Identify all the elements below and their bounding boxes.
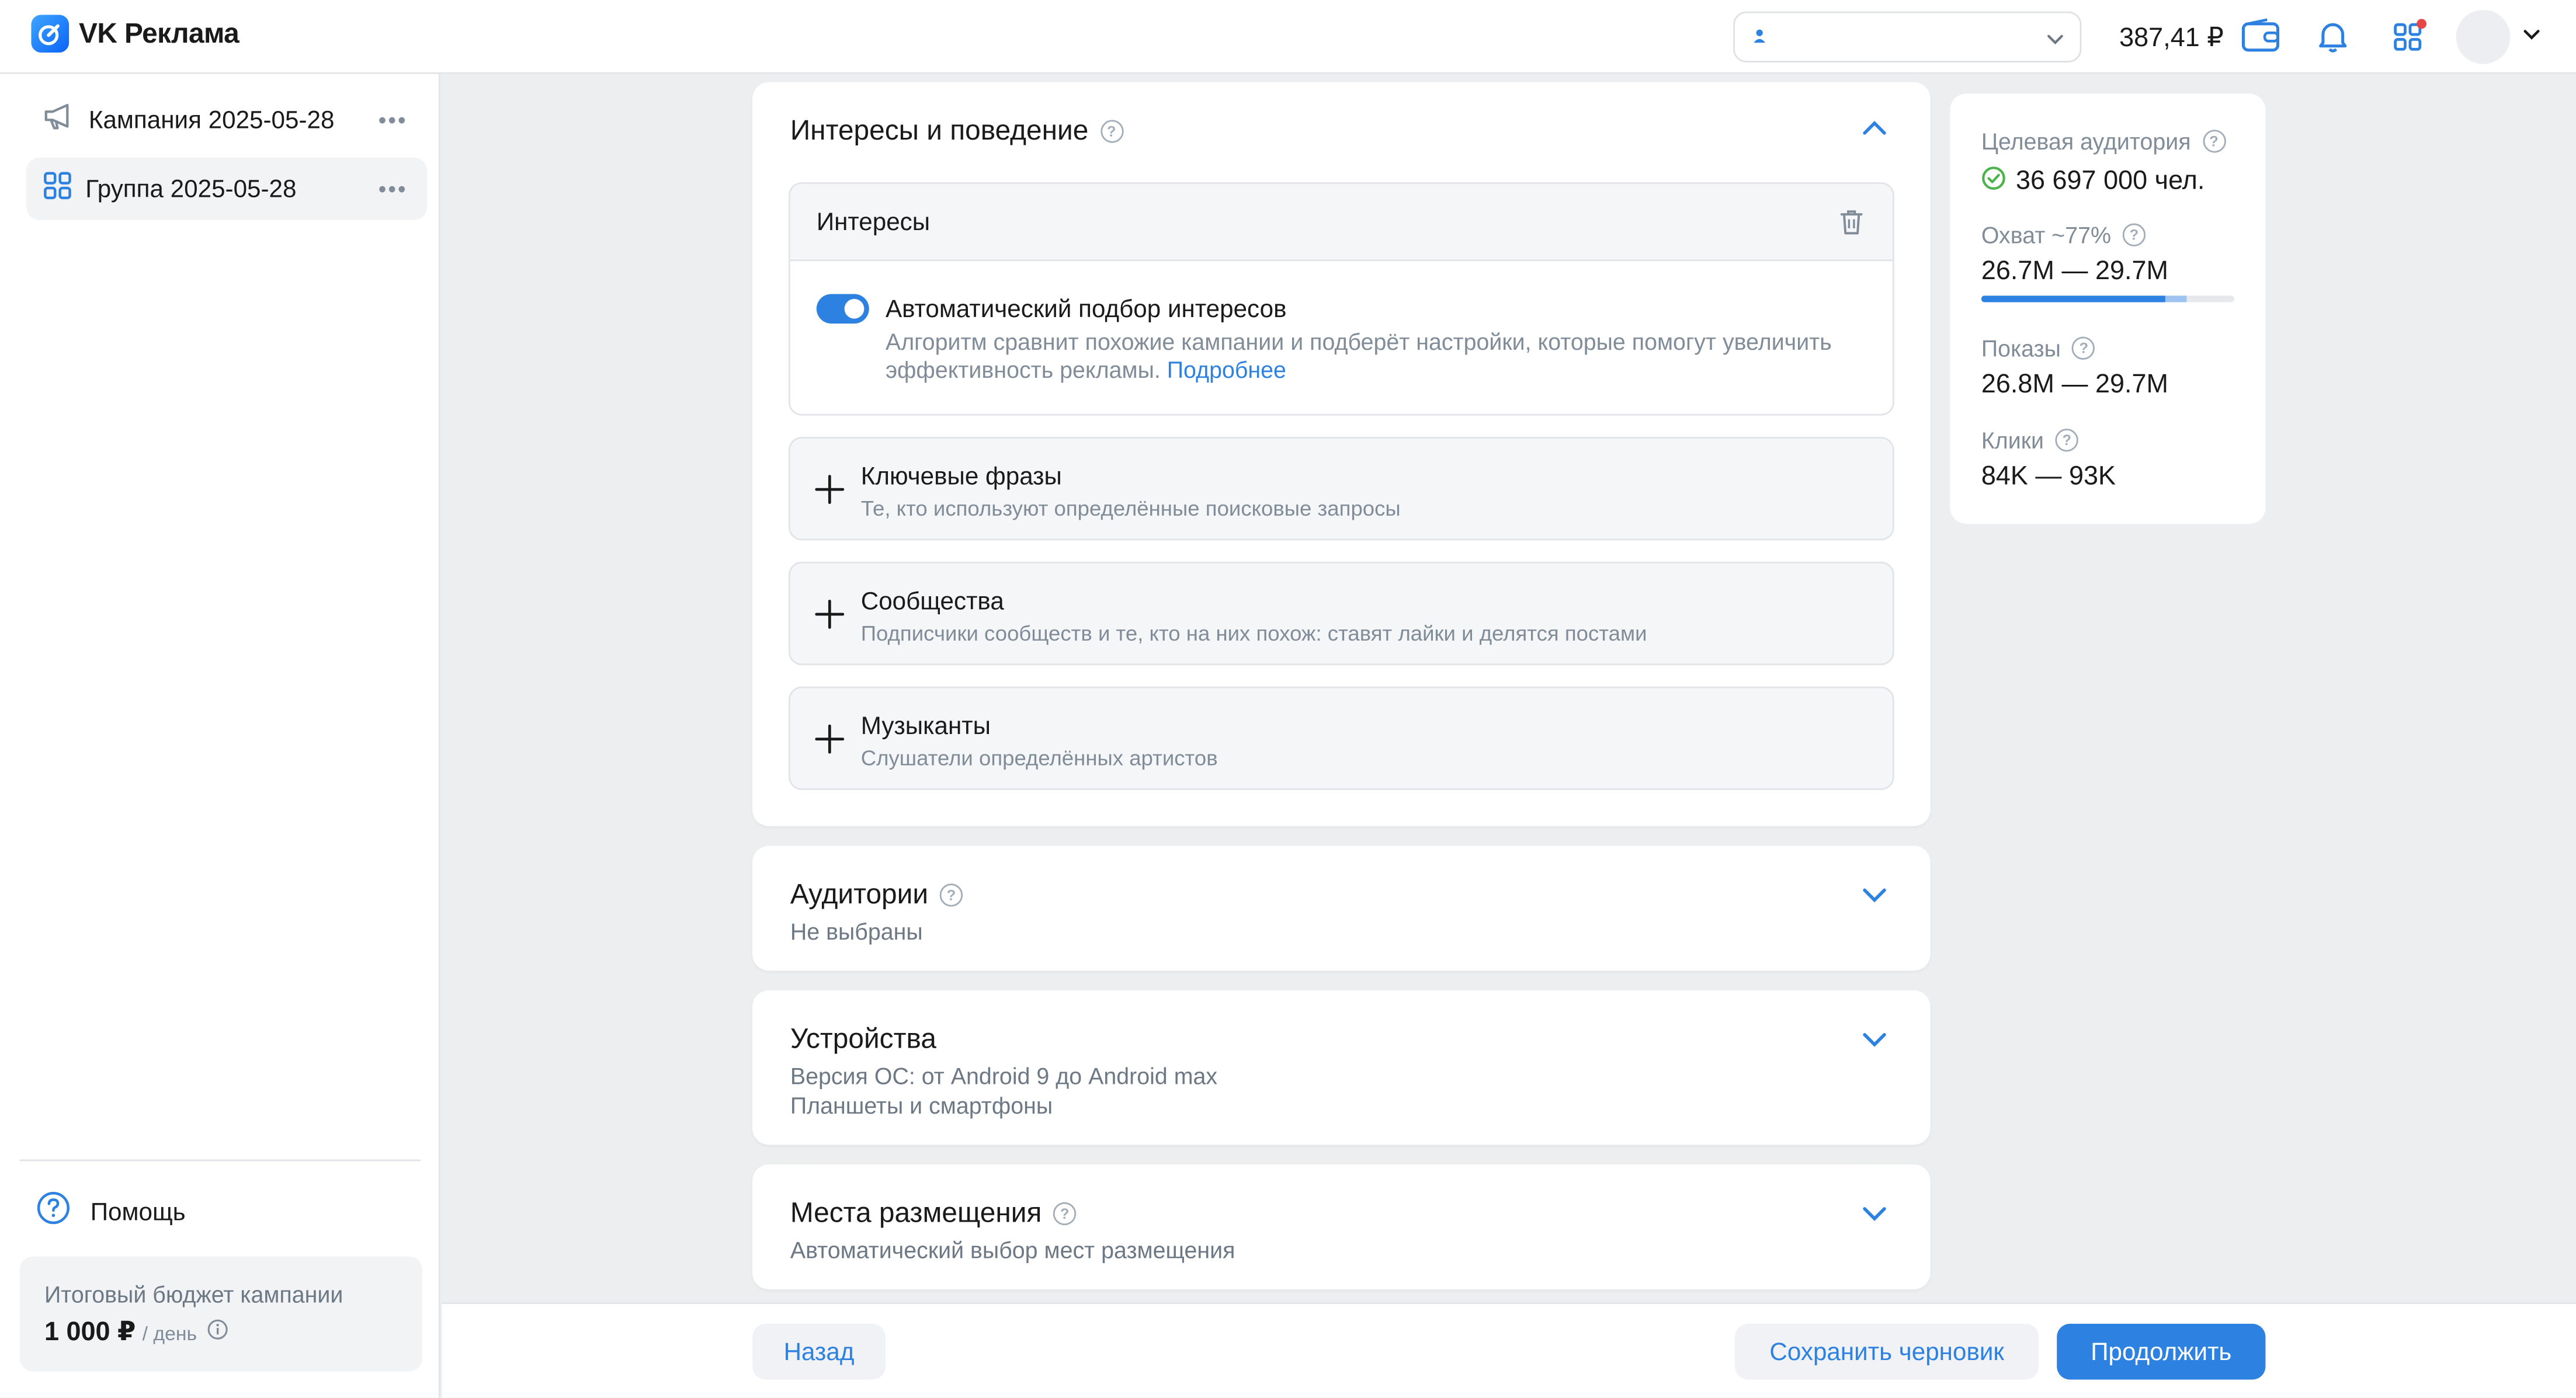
add-communities-row[interactable]: Сообщества Подписчики сообществ и те, кт…	[789, 561, 1894, 666]
add-musicians-row[interactable]: Музыканты Слушатели определённых артисто…	[789, 686, 1894, 790]
audience-label: Целевая аудитория	[1981, 128, 2191, 155]
add-keywords-row[interactable]: Ключевые фразы Те, кто используют опреде…	[789, 437, 1894, 541]
auto-interests-toggle[interactable]	[816, 294, 869, 324]
check-circle-icon	[1981, 166, 2006, 199]
card-subtitle: Автоматический выбор мест размещения	[790, 1236, 1235, 1263]
question-icon[interactable]: ?	[2072, 336, 2096, 360]
vk-ads-logo-icon	[31, 15, 70, 53]
plus-icon	[813, 598, 846, 639]
add-row-subtitle: Слушатели определённых артистов	[860, 745, 1218, 771]
question-icon[interactable]: ?	[939, 884, 963, 907]
reach-label: Охват ~77%	[1981, 221, 2112, 248]
card-title: Устройства	[790, 1023, 936, 1055]
learn-more-link[interactable]: Подробнее	[1167, 356, 1286, 382]
card-title: Места размещения	[790, 1197, 1042, 1229]
budget-title: Итоговый бюджет кампании	[44, 1281, 343, 1307]
audience-forecast-panel: Целевая аудитория ? 36 697 000 чел. Охва…	[1950, 93, 2266, 524]
app-name: VK Реклама	[79, 17, 239, 48]
help-icon	[36, 1191, 71, 1233]
wallet-icon[interactable]	[2241, 16, 2280, 56]
sidebar-item-campaign[interactable]: Кампания 2025-05-28 •••	[26, 89, 427, 151]
back-button[interactable]: Назад	[752, 1323, 886, 1380]
auto-interests-title: Автоматический подбор интересов	[885, 295, 1287, 324]
card-title: Аудитории	[790, 878, 929, 910]
reach-progress-bar	[1981, 295, 2234, 302]
chevron-down-icon	[2046, 28, 2065, 58]
impressions-value: 26.8M — 29.7M	[1981, 371, 2169, 399]
devices-card[interactable]: Устройства Версия ОС: от Android 9 до An…	[752, 990, 1931, 1145]
sidebar-item-label: Группа 2025-05-28	[85, 175, 297, 203]
sidebar-item-label: Кампания 2025-05-28	[88, 106, 335, 134]
divider	[19, 1159, 421, 1161]
question-icon[interactable]: ?	[2055, 429, 2079, 452]
help-link[interactable]: Помощь	[36, 1191, 186, 1233]
interests-title: Интересы	[816, 207, 931, 236]
placements-card[interactable]: Места размещения ? Автоматический выбор …	[752, 1164, 1931, 1289]
interests-section: Интересы Автоматический подбор интересов…	[789, 182, 1894, 416]
user-icon	[1751, 22, 1768, 52]
trash-icon[interactable]	[1836, 207, 1866, 245]
interests-card-header[interactable]: Интересы и поведение ?	[790, 115, 1123, 148]
audience-value: 36 697 000 чел.	[2015, 167, 2205, 196]
chevron-down-icon[interactable]	[1862, 1202, 1888, 1233]
save-draft-button[interactable]: Сохранить черновик	[1735, 1323, 2039, 1380]
info-icon[interactable]	[207, 1319, 228, 1348]
help-label: Помощь	[90, 1198, 186, 1226]
budget-amount: 1 000 ₽	[44, 1319, 136, 1347]
bell-icon[interactable]	[2313, 16, 2353, 56]
auto-interests-description: Алгоритм сравнит похожие кампании и подб…	[885, 328, 1832, 383]
interests-card: Интересы и поведение ? Интересы Автомати…	[752, 82, 1931, 826]
card-subtitle: Не выбраны	[790, 918, 923, 945]
account-select[interactable]	[1733, 11, 2082, 62]
reach-value: 26.7M — 29.7M	[1981, 258, 2169, 286]
clicks-value: 84K — 93K	[1981, 463, 2116, 491]
question-icon[interactable]: ?	[1100, 120, 1123, 143]
bottom-action-bar: Назад Сохранить черновик Продолжить	[442, 1302, 2576, 1398]
chevron-down-icon	[2522, 22, 2542, 52]
add-row-subtitle: Те, кто используют определённые поисковы…	[860, 496, 1401, 521]
sidebar: Кампания 2025-05-28 ••• Группа 2025-05-2…	[0, 74, 440, 1398]
add-row-subtitle: Подписчики сообществ и те, кто на них по…	[860, 621, 1647, 646]
avatar	[2456, 9, 2511, 64]
megaphone-icon	[43, 101, 75, 139]
profile-menu[interactable]	[2456, 9, 2542, 64]
more-icon[interactable]: •••	[379, 107, 408, 133]
logo[interactable]: VK Реклама	[31, 15, 239, 53]
device-types: Планшеты и смартфоны	[790, 1092, 1053, 1119]
question-icon[interactable]: ?	[2122, 223, 2146, 246]
grid-icon	[43, 170, 72, 208]
question-icon[interactable]: ?	[1053, 1202, 1077, 1226]
plus-icon	[813, 723, 846, 764]
add-row-title: Музыканты	[860, 712, 991, 741]
audiences-card[interactable]: Аудитории ? Не выбраны	[752, 846, 1931, 971]
top-bar: VK Реклама 387,41 ₽	[0, 0, 2576, 74]
plus-icon	[813, 473, 846, 514]
add-row-title: Сообщества	[860, 587, 1004, 616]
card-title: Интересы и поведение	[790, 114, 1089, 147]
more-icon[interactable]: •••	[379, 176, 408, 202]
continue-button[interactable]: Продолжить	[2057, 1323, 2266, 1380]
os-version: Версия ОС: от Android 9 до Android max	[790, 1062, 1218, 1089]
apps-grid-icon[interactable]	[2388, 16, 2428, 56]
add-row-title: Ключевые фразы	[860, 463, 1062, 491]
budget-period: / день	[142, 1322, 197, 1345]
clicks-label: Клики	[1981, 427, 2044, 454]
question-icon[interactable]: ?	[2202, 130, 2226, 153]
chevron-down-icon[interactable]	[1862, 1028, 1888, 1059]
chevron-up-icon[interactable]	[1862, 117, 1888, 148]
chevron-down-icon[interactable]	[1862, 884, 1888, 914]
campaign-budget: Итоговый бюджет кампании 1 000 ₽ / день	[19, 1256, 422, 1372]
impressions-label: Показы	[1981, 335, 2061, 361]
sidebar-item-group[interactable]: Группа 2025-05-28 •••	[26, 158, 428, 220]
app-root: VK Реклама 387,41 ₽ Кампания 2025-05-28 …	[0, 0, 2576, 1398]
balance: 387,41 ₽	[2119, 25, 2224, 53]
